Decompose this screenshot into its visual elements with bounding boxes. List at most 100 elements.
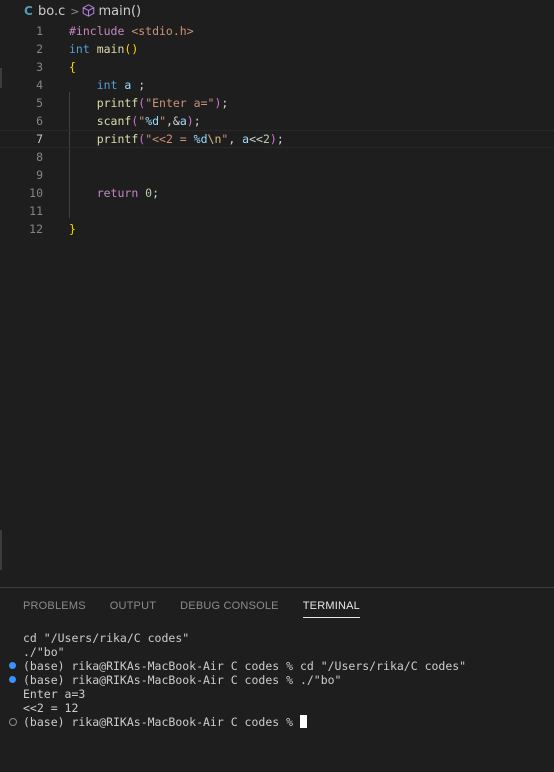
code-line[interactable]: 10 return 0; bbox=[0, 184, 554, 202]
code-token: return bbox=[96, 186, 146, 200]
code-line[interactable]: 1 #include <stdio.h> bbox=[0, 22, 554, 40]
line-number: 9 bbox=[36, 168, 43, 182]
line-number: 2 bbox=[36, 42, 43, 56]
editor-edge-mark bbox=[0, 530, 2, 570]
command-pending-icon[interactable] bbox=[9, 718, 17, 726]
code-text: scanf("%d",&a); bbox=[69, 112, 201, 130]
line-number: 12 bbox=[29, 222, 43, 236]
code-token: ; bbox=[276, 132, 284, 146]
code-text: int a ; bbox=[69, 76, 146, 94]
terminal-cursor bbox=[299, 715, 307, 728]
code-token: " bbox=[159, 114, 166, 128]
code-token: %d bbox=[193, 132, 208, 146]
breadcrumb-symbol[interactable]: main() bbox=[98, 4, 141, 19]
code-token: ; bbox=[221, 96, 229, 110]
panel-tabs: PROBLEMS OUTPUT DEBUG CONSOLE TERMINAL bbox=[23, 600, 384, 618]
code-line[interactable]: 2 int main() bbox=[0, 40, 554, 58]
code-token: <stdio.h> bbox=[131, 24, 194, 38]
tab-problems[interactable]: PROBLEMS bbox=[23, 600, 86, 618]
terminal-line: ./"bo" bbox=[23, 645, 65, 659]
code-line[interactable]: 11 bbox=[0, 202, 554, 220]
line-number: 7 bbox=[36, 132, 43, 146]
cube-icon bbox=[82, 3, 95, 19]
terminal-line: (base) rika@RIKAs-MacBook-Air C codes % … bbox=[23, 673, 342, 687]
code-token: { bbox=[69, 60, 76, 74]
chevron-right-icon: > bbox=[70, 4, 80, 18]
code-token: 2 bbox=[262, 132, 270, 146]
code-token: , bbox=[228, 132, 243, 146]
code-text: #include <stdio.h> bbox=[69, 22, 194, 40]
code-token: int bbox=[69, 42, 97, 56]
code-token: "Enter a=" bbox=[145, 96, 215, 110]
tab-terminal[interactable]: TERMINAL bbox=[302, 600, 360, 618]
terminal-line: (base) rika@RIKAs-MacBook-Air C codes % … bbox=[23, 659, 466, 673]
terminal-text: ./"bo" bbox=[23, 645, 65, 659]
code-line[interactable]: 5 printf("Enter a="); bbox=[0, 94, 554, 112]
code-token: << bbox=[249, 132, 263, 146]
code-token: int bbox=[96, 78, 125, 92]
terminal-line: <<2 = 12 bbox=[23, 701, 78, 715]
code-token: scanf bbox=[96, 114, 132, 128]
line-number: 6 bbox=[36, 114, 43, 128]
code-token: ; bbox=[152, 186, 160, 200]
code-text: printf("Enter a="); bbox=[69, 94, 229, 112]
editor-edge-mark bbox=[0, 68, 2, 88]
breadcrumb: C bo.c > main() bbox=[0, 0, 554, 22]
code-token: ) bbox=[186, 114, 194, 128]
code-token: #include bbox=[69, 24, 132, 38]
code-line[interactable]: 3{ bbox=[0, 58, 554, 76]
code-token: () bbox=[124, 42, 139, 56]
line-number: 3 bbox=[36, 60, 43, 74]
breadcrumb-file[interactable]: bo.c bbox=[38, 4, 65, 19]
code-text: } bbox=[69, 220, 76, 238]
terminal-line: Enter a=3 bbox=[23, 687, 85, 701]
code-text: int main() bbox=[69, 40, 138, 58]
terminal-text: (base) rika@RIKAs-MacBook-Air C codes % bbox=[23, 715, 300, 729]
line-number: 4 bbox=[36, 78, 43, 92]
code-text: { bbox=[69, 58, 76, 76]
code-token: ,& bbox=[166, 114, 180, 128]
terminal-text: (base) rika@RIKAs-MacBook-Air C codes % … bbox=[23, 659, 467, 673]
code-line[interactable]: 4 int a ; bbox=[0, 76, 554, 94]
terminal-line: cd "/Users/rika/C codes" bbox=[23, 631, 189, 645]
code-line[interactable]: 8 bbox=[0, 148, 554, 166]
code-token: ; bbox=[193, 114, 201, 128]
code-line[interactable]: 6 scanf("%d",&a); bbox=[0, 112, 554, 130]
command-decoration-icon[interactable] bbox=[9, 662, 16, 669]
code-token: \n bbox=[207, 132, 222, 146]
terminal-line: (base) rika@RIKAs-MacBook-Air C codes % bbox=[23, 715, 307, 729]
code-line[interactable]: 9 bbox=[0, 166, 554, 184]
code-text: return 0; bbox=[69, 184, 159, 202]
code-token: ) bbox=[269, 132, 277, 146]
code-line[interactable]: 7 printf("<<2 = %d\n", a<<2); bbox=[0, 130, 554, 148]
tab-output[interactable]: OUTPUT bbox=[110, 600, 156, 618]
terminal-text: <<2 = 12 bbox=[23, 701, 79, 715]
code-text: printf("<<2 = %d\n", a<<2); bbox=[69, 130, 284, 148]
line-number: 11 bbox=[29, 204, 43, 218]
c-file-icon: C bbox=[24, 4, 33, 18]
code-token: a bbox=[179, 114, 187, 128]
code-token: } bbox=[69, 222, 76, 236]
terminal-text: Enter a=3 bbox=[23, 687, 86, 701]
terminal-text: cd "/Users/rika/C codes" bbox=[23, 631, 190, 645]
code-token: %d bbox=[145, 114, 160, 128]
line-number: 5 bbox=[36, 96, 43, 110]
line-number: 10 bbox=[29, 186, 43, 200]
line-number: 1 bbox=[36, 24, 43, 38]
bottom-panel: PROBLEMS OUTPUT DEBUG CONSOLE TERMINAL cd "… bbox=[0, 587, 554, 772]
tab-debug-console[interactable]: DEBUG CONSOLE bbox=[180, 600, 279, 618]
code-token: ; bbox=[131, 78, 146, 92]
terminal-text: (base) rika@RIKAs-MacBook-Air C codes % … bbox=[23, 673, 342, 687]
command-decoration-icon[interactable] bbox=[9, 676, 16, 683]
code-token: "<<2 = bbox=[145, 132, 194, 146]
code-line[interactable]: 12} bbox=[0, 220, 554, 238]
code-token: printf bbox=[96, 132, 139, 146]
code-token: main bbox=[96, 42, 125, 56]
line-number: 8 bbox=[36, 150, 43, 164]
code-token: printf bbox=[96, 96, 139, 110]
